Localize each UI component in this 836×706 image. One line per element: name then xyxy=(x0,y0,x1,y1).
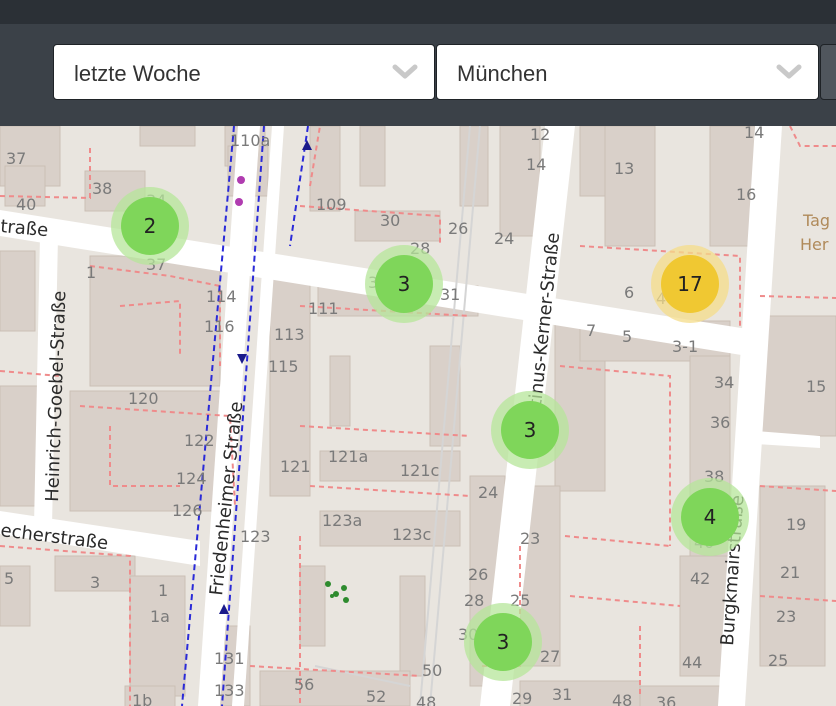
house-number: 123c xyxy=(392,525,431,544)
house-number: 133 xyxy=(214,681,245,700)
house-number: 50 xyxy=(422,661,442,680)
cluster-count: 3 xyxy=(398,272,411,296)
house-number: 5 xyxy=(4,569,14,588)
chevron-down-icon xyxy=(392,64,418,79)
house-number: 14 xyxy=(526,155,546,174)
house-number: 15 xyxy=(806,377,826,396)
house-number: 56 xyxy=(294,675,314,694)
cluster-marker[interactable]: 3 xyxy=(464,603,542,681)
cluster-marker[interactable]: 2 xyxy=(111,187,189,265)
house-number: 26 xyxy=(468,565,488,584)
city-select[interactable]: München xyxy=(436,44,819,100)
house-number: 48 xyxy=(416,693,436,706)
house-number: 44 xyxy=(682,653,702,672)
house-number: 121c xyxy=(400,461,439,480)
house-number: 13 xyxy=(614,159,634,178)
house-number: 3-1 xyxy=(672,337,698,356)
house-number: 21 xyxy=(780,563,800,582)
house-number: 24 xyxy=(494,229,514,248)
house-number: 1a xyxy=(150,607,170,626)
house-number: 121a xyxy=(328,447,368,466)
house-number: 116 xyxy=(204,317,235,336)
house-number: 16 xyxy=(736,185,756,204)
cluster-count: 2 xyxy=(144,214,157,238)
house-number: 126 xyxy=(172,501,203,520)
house-number: 1b xyxy=(132,691,152,706)
house-number: 3 xyxy=(90,573,100,592)
house-number: 115 xyxy=(268,357,299,376)
chevron-down-icon xyxy=(776,64,802,79)
map-canvas[interactable]: traße Heinrich-Goebel-Straße Friedenheim… xyxy=(0,126,836,706)
house-number: 26 xyxy=(448,219,468,238)
house-number: 31 xyxy=(440,285,460,304)
period-select[interactable]: letzte Woche xyxy=(53,44,435,100)
house-number: 111 xyxy=(308,299,339,318)
house-number: 34 xyxy=(714,373,734,392)
house-number: 110a xyxy=(230,131,270,150)
house-number: 122 xyxy=(184,431,215,450)
city-select-value: München xyxy=(457,61,548,86)
cluster-count: 4 xyxy=(704,505,717,529)
house-number: 124 xyxy=(176,469,207,488)
house-number: 114 xyxy=(206,287,237,306)
house-number: 1 xyxy=(158,581,168,600)
house-number: 123 xyxy=(240,527,271,546)
house-number: 120 xyxy=(128,389,159,408)
cluster-count: 3 xyxy=(497,630,510,654)
cluster-marker[interactable]: 17 xyxy=(651,245,729,323)
house-number: 31 xyxy=(552,685,572,704)
poi-label-line2: Her xyxy=(800,235,829,254)
house-number: 24 xyxy=(478,483,498,502)
house-number: 123a xyxy=(322,511,362,530)
house-number: 30 xyxy=(380,211,400,230)
street-label-north: traße xyxy=(0,216,49,241)
house-number: 40 xyxy=(16,195,36,214)
house-number: 29 xyxy=(512,689,532,706)
house-number: 12 xyxy=(530,126,550,144)
cluster-count: 17 xyxy=(677,272,702,296)
app-top-bar xyxy=(0,0,836,25)
house-number: 14 xyxy=(744,126,764,142)
house-number: 28 xyxy=(464,591,484,610)
house-number: 5 xyxy=(622,327,632,346)
house-number: 37 xyxy=(6,149,26,168)
house-number: 131 xyxy=(214,649,245,668)
house-number: 19 xyxy=(786,515,806,534)
cluster-marker[interactable]: 4 xyxy=(671,478,749,556)
house-number: 109 xyxy=(316,195,347,214)
period-select-value: letzte Woche xyxy=(74,61,201,86)
house-number: 38 xyxy=(92,179,112,198)
house-number: 23 xyxy=(520,529,540,548)
house-number: 7 xyxy=(586,321,596,340)
house-number: 113 xyxy=(274,325,305,344)
house-number: 36 xyxy=(656,693,676,706)
map-view[interactable]: traße Heinrich-Goebel-Straße Friedenheim… xyxy=(0,126,836,706)
poi-label-line1: Tag xyxy=(802,211,830,230)
house-number: 36 xyxy=(710,413,730,432)
house-number: 23 xyxy=(776,607,796,626)
house-number: 27 xyxy=(540,647,560,666)
cluster-marker[interactable]: 3 xyxy=(491,391,569,469)
toolbar-button-partial[interactable] xyxy=(820,44,836,100)
house-number: 42 xyxy=(690,569,710,588)
cluster-count: 3 xyxy=(524,418,537,442)
house-number: 52 xyxy=(366,687,386,706)
filter-toolbar: letzte Woche München xyxy=(0,24,836,126)
house-number: 48 xyxy=(612,691,632,706)
cluster-marker[interactable]: 3 xyxy=(365,245,443,323)
house-number: 6 xyxy=(624,283,634,302)
house-number: 121 xyxy=(280,457,311,476)
house-number: 1 xyxy=(86,263,96,282)
house-number: 25 xyxy=(768,651,788,670)
